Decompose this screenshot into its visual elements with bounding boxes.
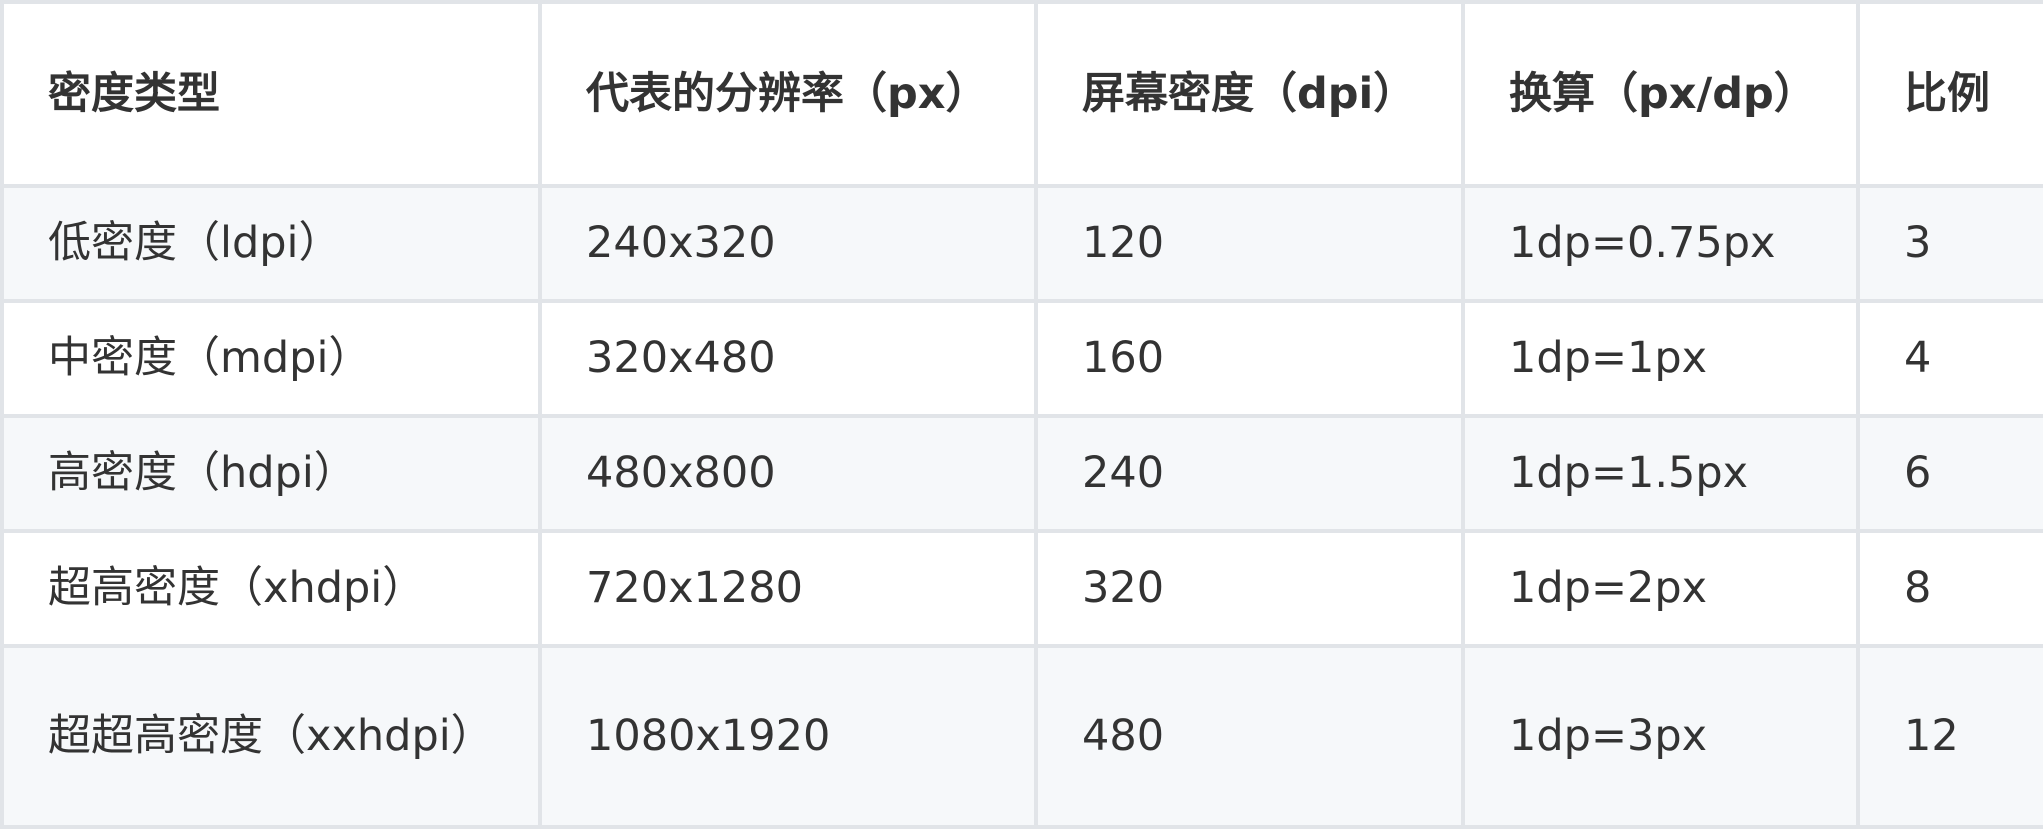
cell-resolution: 1080x1920: [538, 644, 1038, 829]
cell-screen-density: 120: [1034, 184, 1465, 303]
cell-ratio: 3: [1856, 184, 2043, 303]
cell-screen-density: 480: [1034, 644, 1465, 829]
header-density-type: 密度类型: [0, 0, 542, 188]
cell-density-type: 超超高密度（xxhdpi）: [0, 644, 542, 829]
table-row: 高密度（hdpi） 480x800 240 1dp=1.5px 6: [0, 414, 2043, 533]
cell-resolution: 720x1280: [538, 529, 1038, 648]
cell-conversion: 1dp=1.5px: [1461, 414, 1860, 533]
cell-density-type: 超高密度（xhdpi）: [0, 529, 542, 648]
table-row: 中密度（mdpi） 320x480 160 1dp=1px 4: [0, 299, 2043, 418]
table-row: 超超高密度（xxhdpi） 1080x1920 480 1dp=3px 12: [0, 644, 2043, 829]
cell-density-type: 低密度（ldpi）: [0, 184, 542, 303]
cell-density-type: 中密度（mdpi）: [0, 299, 542, 418]
cell-screen-density: 160: [1034, 299, 1465, 418]
cell-screen-density: 240: [1034, 414, 1465, 533]
header-ratio: 比例: [1856, 0, 2043, 188]
cell-conversion: 1dp=1px: [1461, 299, 1860, 418]
cell-ratio: 8: [1856, 529, 2043, 648]
table-header: 密度类型 代表的分辨率（px） 屏幕密度（dpi） 换算（px/dp） 比例: [0, 0, 2043, 188]
header-screen-density: 屏幕密度（dpi）: [1034, 0, 1465, 188]
table-body: 低密度（ldpi） 240x320 120 1dp=0.75px 3 中密度（m…: [0, 184, 2043, 829]
cell-conversion: 1dp=2px: [1461, 529, 1860, 648]
cell-ratio: 6: [1856, 414, 2043, 533]
cell-ratio: 4: [1856, 299, 2043, 418]
density-table: 密度类型 代表的分辨率（px） 屏幕密度（dpi） 换算（px/dp） 比例 低…: [0, 0, 2043, 829]
cell-ratio: 12: [1856, 644, 2043, 829]
cell-density-type: 高密度（hdpi）: [0, 414, 542, 533]
cell-conversion: 1dp=3px: [1461, 644, 1860, 829]
cell-resolution: 240x320: [538, 184, 1038, 303]
table-row: 低密度（ldpi） 240x320 120 1dp=0.75px 3: [0, 184, 2043, 303]
header-row: 密度类型 代表的分辨率（px） 屏幕密度（dpi） 换算（px/dp） 比例: [0, 0, 2043, 188]
density-table-container: 密度类型 代表的分辨率（px） 屏幕密度（dpi） 换算（px/dp） 比例 低…: [0, 0, 2043, 829]
cell-resolution: 320x480: [538, 299, 1038, 418]
table-row: 超高密度（xhdpi） 720x1280 320 1dp=2px 8: [0, 529, 2043, 648]
header-conversion: 换算（px/dp）: [1461, 0, 1860, 188]
cell-conversion: 1dp=0.75px: [1461, 184, 1860, 303]
cell-screen-density: 320: [1034, 529, 1465, 648]
cell-resolution: 480x800: [538, 414, 1038, 533]
header-resolution: 代表的分辨率（px）: [538, 0, 1038, 188]
